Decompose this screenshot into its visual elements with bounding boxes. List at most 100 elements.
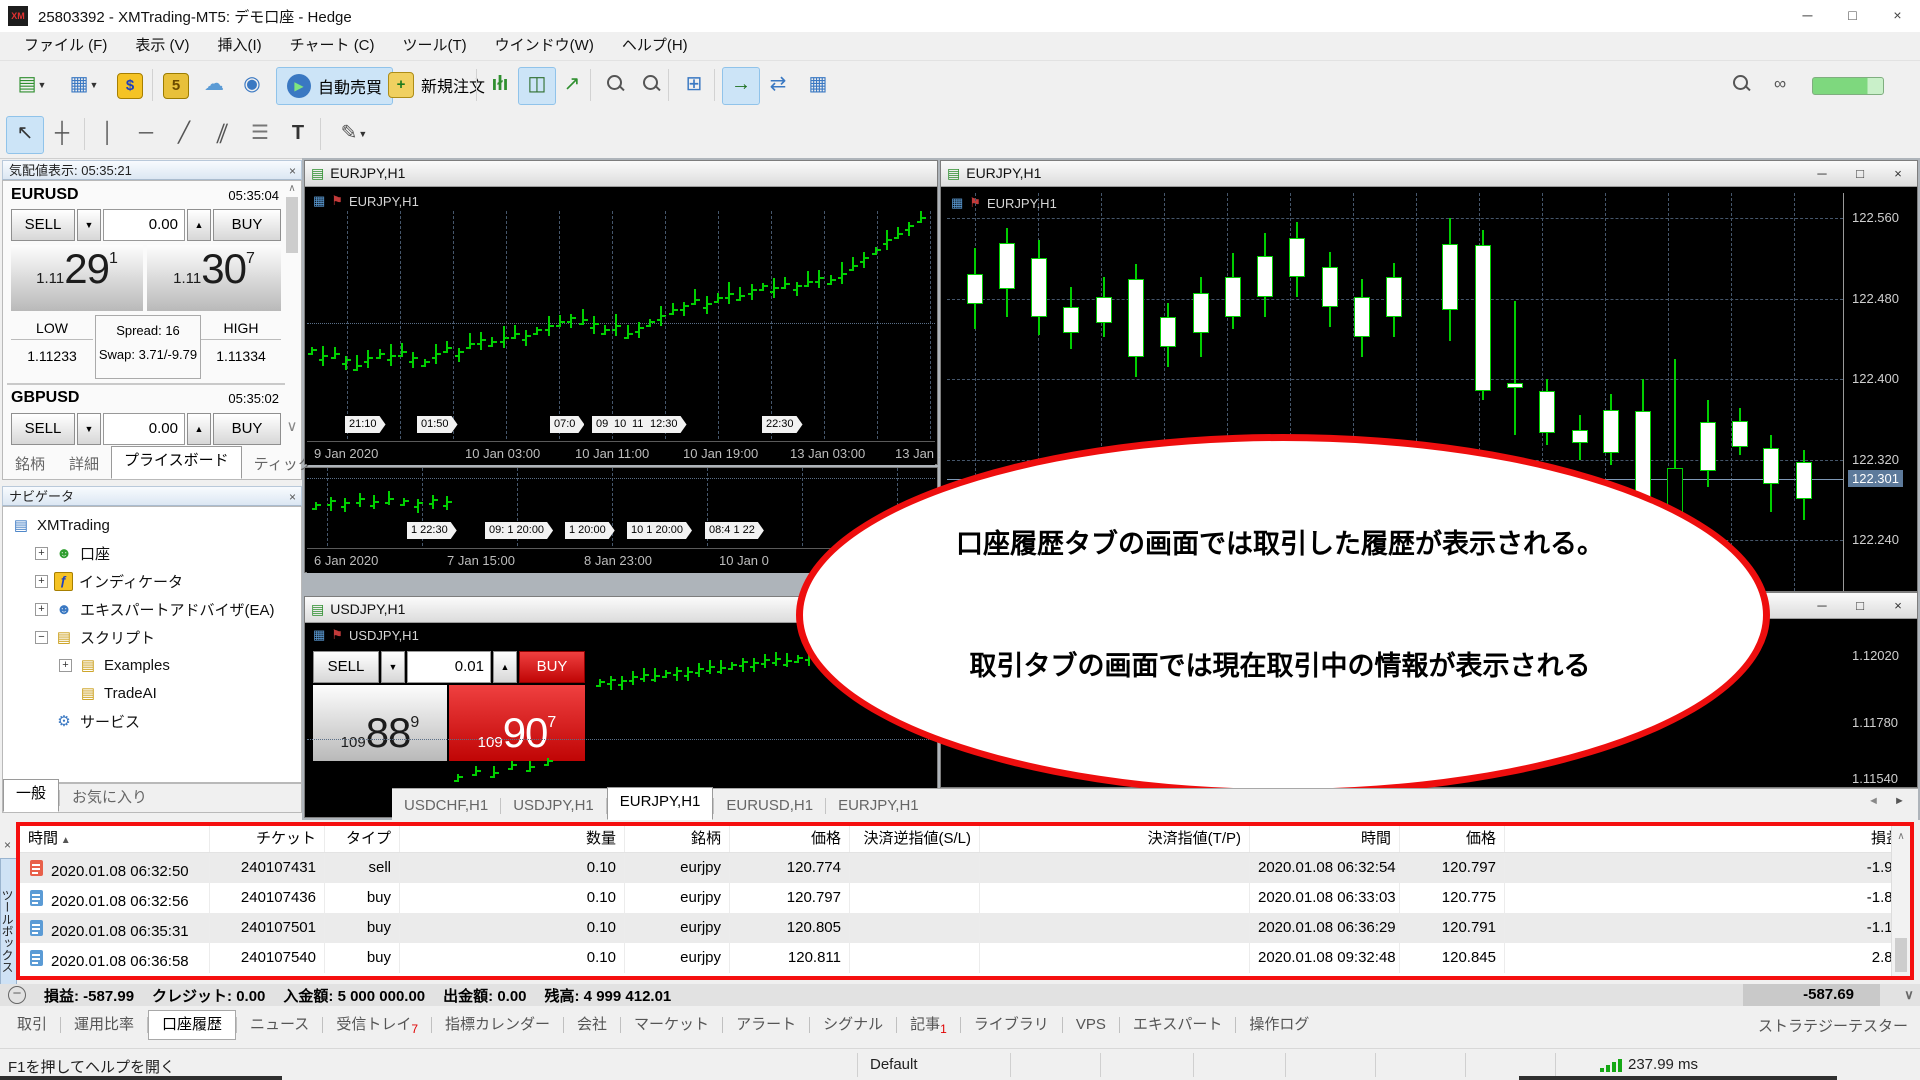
spin-up-icon[interactable]: ▲	[493, 651, 517, 683]
history-table-row[interactable]: 2020.01.08 06:32:50240107431sell0.10eurj…	[20, 853, 1910, 883]
toolbox-tab-8[interactable]: アラート	[723, 1011, 809, 1039]
sell-button[interactable]: SELL	[11, 413, 75, 445]
vertical-line-icon[interactable]: │	[90, 116, 126, 152]
text-tool-icon[interactable]: T	[280, 116, 316, 152]
chart-tab-1[interactable]: USDJPY,H1	[501, 792, 606, 820]
toolbox-tab-1[interactable]: 運用比率	[61, 1011, 147, 1039]
toolbox-tab-4[interactable]: 受信トレイ7	[323, 1011, 431, 1039]
column-header-volume[interactable]: 数量	[400, 826, 625, 852]
search-icon[interactable]	[1722, 67, 1758, 103]
bid-price-panel[interactable]: 1.11291	[11, 245, 143, 311]
horizontal-line-icon[interactable]: ─	[128, 116, 164, 152]
toolbox-tab-11[interactable]: ライブラリ	[961, 1011, 1062, 1039]
navigator-item--[interactable]: −▤スクリプト	[35, 625, 155, 649]
volume-input[interactable]: 0.00	[103, 209, 185, 241]
scroll-up-icon[interactable]: ∧	[284, 183, 300, 194]
expand-icon[interactable]: +	[35, 603, 48, 616]
close-icon[interactable]: ×	[1875, 0, 1920, 31]
market-watch-tab-2[interactable]: プライスボード	[111, 446, 242, 479]
history-table-row[interactable]: 2020.01.08 06:36:58240107540buy0.10eurjp…	[20, 943, 1910, 973]
minimize-icon[interactable]: ─	[1803, 593, 1841, 618]
navigator-item--[interactable]: +☻口座	[35, 541, 110, 565]
dropdown-icon[interactable]: ▼	[381, 651, 405, 683]
summary-collapse-icon[interactable]: −	[8, 986, 26, 1004]
buy-button[interactable]: BUY	[213, 413, 281, 445]
menu-item-4[interactable]: ツール(T)	[389, 34, 481, 58]
toolbox-tab-14[interactable]: 操作ログ	[1236, 1011, 1322, 1039]
scrollbar-thumb[interactable]	[1895, 938, 1907, 972]
minimize-icon[interactable]: ─	[1803, 161, 1841, 186]
window-grid-icon[interactable]: ▦	[800, 67, 836, 103]
column-header-type[interactable]: タイプ	[325, 826, 400, 852]
fibonacci-icon[interactable]: ☰	[242, 116, 278, 152]
chart-window-title-bar[interactable]: ▤ EURJPY,H1	[305, 161, 937, 187]
account-funding-button[interactable]: $	[112, 67, 148, 103]
chart-window-eurjpy[interactable]: ▤ EURJPY,H1 ▦ ⚑ EURJPY,H1 21:1001:5007:0…	[304, 160, 938, 465]
profiles-button[interactable]: ▦▼	[60, 67, 108, 103]
menu-item-1[interactable]: 表示 (V)	[121, 34, 203, 58]
spin-up-icon[interactable]: ▲	[187, 209, 211, 241]
chart-shift-icon[interactable]: ⇄	[760, 67, 796, 103]
navigator-item-tradeai[interactable]: ▤TradeAI	[59, 681, 157, 705]
bid-price-panel[interactable]: 109889	[313, 685, 447, 761]
menu-item-5[interactable]: ウインドウ(W)	[481, 34, 608, 58]
toolbox-tab-7[interactable]: マーケット	[621, 1011, 722, 1039]
panel-close-icon[interactable]: ×	[4, 838, 11, 852]
market-watch-tab-1[interactable]: 詳細	[57, 451, 111, 479]
expand-icon[interactable]: +	[35, 575, 48, 588]
toolbox-tab-10[interactable]: 記事1	[897, 1011, 960, 1039]
toolbox-tab-5[interactable]: 指標カレンダー	[432, 1011, 563, 1039]
buy-button[interactable]: BUY	[519, 651, 585, 683]
crosshair-icon[interactable]: ┼	[44, 116, 80, 152]
chart-tab-2[interactable]: EURJPY,H1	[607, 787, 714, 820]
tile-windows-icon[interactable]: ⊞	[676, 67, 712, 103]
new-order-button[interactable]: +新規注文	[378, 67, 495, 103]
zoom-in-icon[interactable]	[596, 67, 632, 103]
column-header-tp[interactable]: 決済指値(T/P)	[980, 826, 1250, 852]
ask-price-panel[interactable]: 109907	[449, 685, 585, 761]
menu-item-2[interactable]: 挿入(I)	[204, 34, 276, 58]
sell-button[interactable]: SELL	[11, 209, 75, 241]
toolbox-tab-12[interactable]: VPS	[1063, 1011, 1119, 1039]
chart-tab-3[interactable]: EURUSD,H1	[714, 792, 825, 820]
market-watch-tab-0[interactable]: 銘柄	[3, 451, 57, 479]
dropdown-icon[interactable]: ▼	[77, 209, 101, 241]
draw-tool-button[interactable]: ✎▼	[330, 116, 378, 152]
line-style-icon[interactable]: ↗	[554, 67, 590, 103]
column-header-profit[interactable]: 損益	[1505, 826, 1910, 852]
sell-button[interactable]: SELL	[313, 651, 379, 683]
pointer-icon[interactable]: ↖	[6, 116, 44, 154]
tab-left-icon[interactable]: ◄	[1868, 795, 1879, 807]
column-header-symbol[interactable]: 銘柄	[625, 826, 730, 852]
mql5-button[interactable]: 5	[158, 67, 194, 103]
column-header-price2[interactable]: 価格	[1400, 826, 1505, 852]
close-icon[interactable]: ×	[1879, 593, 1917, 618]
panel-close-icon[interactable]: ×	[289, 162, 296, 181]
community-icon[interactable]: ☁	[196, 67, 232, 103]
toolbox-tab-13[interactable]: エキスパート	[1120, 1011, 1236, 1039]
expand-icon[interactable]: +	[59, 659, 72, 672]
navigator-item-examples[interactable]: +▤Examples	[59, 653, 170, 677]
expand-icon[interactable]: +	[35, 547, 48, 560]
maximize-icon[interactable]: □	[1830, 0, 1875, 31]
maximize-icon[interactable]: □	[1841, 593, 1879, 618]
maximize-icon[interactable]: □	[1841, 161, 1879, 186]
trendline-icon[interactable]: ╱	[166, 116, 202, 152]
chart-tab-0[interactable]: USDCHF,H1	[392, 792, 500, 820]
volume-input[interactable]: 0.00	[103, 413, 185, 445]
column-header-time[interactable]: 時間 ▲	[20, 826, 210, 852]
navigator-item-xmtrading[interactable]: ▤XMTrading	[11, 513, 110, 537]
column-header-sl[interactable]: 決済逆指値(S/L)	[850, 826, 980, 852]
minimize-icon[interactable]: ─	[1785, 0, 1830, 31]
autoscroll-icon[interactable]: →	[722, 67, 760, 105]
volume-input[interactable]: 0.01	[407, 651, 491, 683]
scroll-down-icon[interactable]: ∨	[284, 417, 300, 435]
new-chart-button[interactable]: ▤▼	[8, 67, 56, 103]
history-table-row[interactable]: 2020.01.08 06:32:56240107436buy0.10eurjp…	[20, 883, 1910, 913]
menu-item-6[interactable]: ヘルプ(H)	[608, 34, 702, 58]
navigator-item--[interactable]: +ƒインディケータ	[35, 569, 183, 593]
toolbox-tab-0[interactable]: 取引	[4, 1011, 60, 1039]
toolbox-tab-9[interactable]: シグナル	[810, 1011, 896, 1039]
column-header-time2[interactable]: 時間	[1250, 826, 1400, 852]
dropdown-icon[interactable]: ▼	[77, 413, 101, 445]
